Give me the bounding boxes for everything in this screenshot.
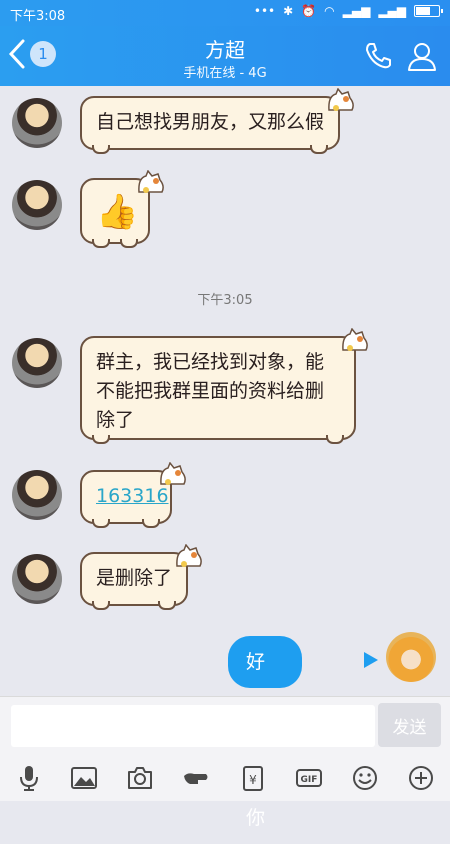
message-text: 自己想找男朋友，又那么假 [96, 111, 325, 133]
bluetooth-icon: ✱ [283, 4, 294, 18]
send-button[interactable]: 发送 [378, 703, 441, 747]
alarm-icon: ⏰ [301, 4, 317, 18]
cat-decoration-icon [176, 544, 202, 567]
message-input[interactable] [11, 705, 375, 747]
hongbao-icon[interactable] [179, 761, 213, 795]
message-bubble[interactable]: 自己想找男朋友，又那么假 [80, 96, 340, 154]
paws-decoration [82, 145, 338, 154]
my-avatar[interactable] [386, 632, 436, 682]
profile-icon[interactable] [406, 40, 438, 72]
image-icon[interactable] [67, 761, 101, 795]
time-divider: 下午3:05 [197, 293, 253, 308]
input-toolbar: ¥ GIF [0, 757, 450, 801]
cat-decoration-icon [342, 328, 368, 351]
cat-decoration-icon [328, 88, 354, 111]
phone-icon[interactable] [362, 40, 394, 72]
paws-decoration [82, 519, 170, 528]
cat-decoration-icon [138, 170, 164, 193]
status-icons: ••• ✱ ⏰ ◠ ▂▄▆ ▂▄▆ [253, 4, 443, 18]
transfer-icon[interactable]: ¥ [236, 761, 270, 795]
paws-decoration [82, 435, 354, 444]
number-link[interactable]: 163316 [96, 485, 169, 507]
plus-icon[interactable] [404, 761, 438, 795]
message-text: 群主，我已经找到对象，能不能把我群里面的资料给删除了 [96, 351, 325, 431]
contact-avatar[interactable] [12, 180, 62, 230]
wifi-icon: ◠ [324, 4, 335, 18]
cat-decoration-icon [160, 462, 186, 485]
battery-icon [414, 5, 443, 17]
mic-icon[interactable] [12, 761, 46, 795]
message-bubble[interactable]: 是删除了 [80, 552, 188, 610]
signal-icon: ▂▄▆ [342, 4, 371, 18]
camera-icon[interactable] [123, 761, 157, 795]
bubble-tail [364, 652, 378, 668]
message-bubble[interactable]: 群主，我已经找到对象，能不能把我群里面的资料给删除了 [80, 336, 356, 444]
contact-avatar[interactable] [12, 98, 62, 148]
input-area: 发送 ¥ GIF [0, 696, 450, 801]
gif-icon[interactable]: GIF [292, 761, 326, 795]
chat-area[interactable]: 自己想找男朋友，又那么假 👍 下午3:05 群主，我已经找到对象，能不能把我群里… [0, 86, 450, 829]
contact-avatar[interactable] [12, 470, 62, 520]
status-bar: 下午3:08 ••• ✱ ⏰ ◠ ▂▄▆ ▂▄▆ [0, 0, 450, 26]
status-time: 下午3:08 [10, 9, 66, 24]
contact-avatar[interactable] [12, 554, 62, 604]
chat-header: 1 方超 手机在线 - 4G [0, 26, 450, 86]
svg-text:GIF: GIF [301, 775, 318, 785]
emoji-icon[interactable] [348, 761, 382, 795]
thumbs-up-emoji: 👍 [96, 192, 139, 232]
my-message-bubble[interactable]: 好的，恭喜你 [228, 636, 302, 829]
message-text: 是删除了 [96, 567, 173, 589]
contact-avatar[interactable] [12, 338, 62, 388]
paws-decoration [82, 239, 148, 248]
more-dots-icon: ••• [253, 4, 276, 18]
signal-icon-2: ▂▄▆ [378, 4, 406, 18]
paws-decoration [82, 601, 186, 610]
svg-text:¥: ¥ [249, 773, 257, 787]
